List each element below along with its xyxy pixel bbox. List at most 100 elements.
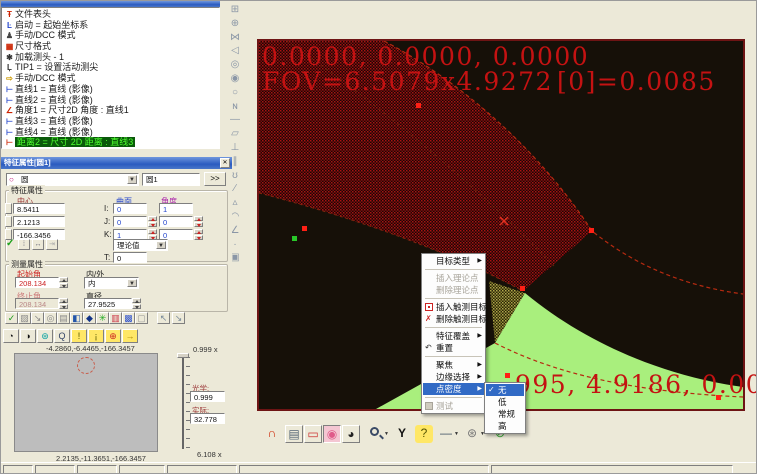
expand-button[interactable]: >> (204, 172, 226, 186)
move-button[interactable]: ⇥ (46, 239, 58, 250)
submenu-item[interactable]: 低 (486, 396, 524, 408)
start-angle-field[interactable]: 208.134 (15, 277, 59, 288)
graphics-tool-icon[interactable]: ∩ (263, 425, 281, 443)
chevron-down-icon[interactable]: ▼ (384, 431, 389, 437)
zoom-slider-track[interactable] (182, 355, 184, 449)
toolbar-icon[interactable]: ! (71, 329, 87, 343)
graphics-tool-icon[interactable]: ? (415, 425, 433, 443)
inout-combo[interactable]: 内 ▼ (84, 277, 139, 289)
graphics-tool-icon[interactable]: Y (393, 425, 411, 443)
axis-lock-button[interactable] (5, 203, 12, 214)
graphics-tool-icon[interactable]: ⊛ (463, 425, 481, 443)
feature-panel-titlebar[interactable]: 特征属性[圆1] (1, 157, 232, 169)
toolbar-icon[interactable]: ▤ (57, 312, 70, 324)
diameter-spinner[interactable] (132, 298, 141, 309)
tree-item[interactable]: ⊢距离2 = 尺寸 2D 距离 : 直线3 (4, 137, 219, 148)
graphics-tool-icon[interactable]: ▭ (304, 425, 322, 443)
tree-item[interactable]: Ŧ文件表头 (4, 9, 219, 20)
tree-item[interactable]: ♟手动/DCC 模式 (4, 30, 219, 41)
vector-field[interactable]: 1 (159, 203, 193, 214)
chevron-down-icon[interactable]: ▼ (156, 241, 166, 249)
vector-field[interactable]: 0 (113, 203, 147, 214)
chevron-down-icon[interactable]: ▼ (127, 175, 137, 184)
flip-vector-button[interactable]: ↔ (32, 239, 44, 250)
vector-field[interactable]: 0 (113, 216, 147, 227)
toolbar-icon[interactable]: ◧ (70, 312, 83, 324)
toolbar-icon[interactable]: ▨ (18, 312, 31, 324)
feature-tool-icon[interactable]: ⊥ (223, 141, 247, 155)
start-angle-spinner[interactable] (59, 277, 68, 288)
toolbar-icon[interactable]: ▩ (122, 312, 135, 324)
menu-item[interactable]: 目标类型▶ (423, 255, 484, 267)
vector-field[interactable]: 0 (159, 216, 193, 227)
menu-item[interactable]: ↶重置 (423, 342, 484, 354)
theo-combo[interactable]: 理论值 ▼ (113, 239, 168, 251)
center-coordinate-field[interactable]: 8.5411 (13, 203, 65, 214)
submenu-item[interactable]: 高 (486, 420, 524, 432)
toolbar-icon[interactable]: ¡ (88, 329, 104, 343)
t-field[interactable]: 0 (113, 252, 147, 263)
tree-item[interactable]: ⇨手动/DCC 模式 (4, 73, 219, 84)
end-angle-field[interactable]: 208.134 (15, 298, 59, 309)
camera-preview[interactable] (14, 353, 158, 452)
feature-tool-icon[interactable]: ○ (223, 86, 247, 100)
chevron-down-icon[interactable]: ▼ (454, 431, 459, 437)
feature-tool-icon[interactable]: ⊕ (223, 17, 247, 31)
toolbar-icon[interactable]: ◑ (20, 329, 36, 343)
feature-tool-icon[interactable]: ◎ (223, 58, 247, 72)
tree-item[interactable]: ▦尺寸格式 (4, 41, 219, 52)
menu-item[interactable]: 点密度▶ (423, 383, 484, 395)
toolbar-icon[interactable]: ↘ (31, 312, 44, 324)
tree-item[interactable]: ⊢直线2 = 直线 (影像) (4, 95, 219, 106)
actual-zoom-field[interactable]: 32.778 (190, 413, 225, 424)
tree-item[interactable]: ✱加载测头 - 1 (4, 52, 219, 63)
optical-zoom-field[interactable]: 0.999 (190, 391, 225, 402)
confirm-check-icon[interactable]: ✓ (6, 238, 14, 249)
close-icon[interactable]: ✕ (220, 158, 230, 168)
center-coordinate-field[interactable]: 2.1213 (13, 216, 65, 227)
toolbar-icon[interactable]: ✳ (96, 312, 109, 324)
axis-lock-button[interactable] (5, 216, 12, 227)
feature-tool-icon[interactable]: ▱ (223, 127, 247, 141)
feature-name-field[interactable]: 圆1 (142, 173, 200, 186)
graphics-tool-icon[interactable]: ◕ (342, 425, 360, 443)
toolbar-icon[interactable]: ▢ (135, 312, 148, 324)
graphics-tool-icon[interactable] (367, 425, 385, 443)
vector-spinner[interactable] (194, 229, 203, 240)
feature-tool-icon[interactable]: ɴ (223, 100, 247, 114)
toolbar-icon[interactable]: ↖ (157, 312, 170, 324)
menu-item[interactable]: ✗删除触测目标 (423, 313, 484, 325)
tree-item[interactable]: ∠角度1 = 尺寸2D 角度 : 直线1 (4, 105, 219, 116)
vector-spinner[interactable] (148, 216, 157, 227)
submenu-item[interactable]: 常规 (486, 408, 524, 420)
tree-item[interactable]: Ŀ启动 = 起始坐标系 (4, 20, 219, 31)
toolbar-icon[interactable]: Q (54, 329, 70, 343)
vector-spinner[interactable] (194, 216, 203, 227)
submenu-item[interactable]: ✓无 (486, 384, 524, 396)
feature-tool-icon[interactable]: ◁ (223, 44, 247, 58)
end-angle-spinner[interactable] (59, 298, 68, 309)
feature-tool-icon[interactable]: ⋈ (223, 31, 247, 45)
menu-item[interactable]: 边缘选择▶ (423, 371, 484, 383)
feature-tool-icon[interactable]: — (223, 113, 247, 127)
feature-tool-icon[interactable]: ◉ (223, 72, 247, 86)
menu-item[interactable]: 特征覆盖▶ (423, 330, 484, 342)
toolbar-icon[interactable]: ◎ (44, 312, 57, 324)
tree-item[interactable]: ĻTIP1 = 设置活动测尖 (4, 62, 219, 73)
toolbar-icon[interactable]: ↘ (172, 312, 185, 324)
tree-item[interactable]: ⊢直线1 = 直线 (影像) (4, 84, 219, 95)
toolbar-icon[interactable]: ⊛ (37, 329, 53, 343)
graphics-tool-icon[interactable]: ▤ (285, 425, 303, 443)
chevron-down-icon[interactable]: ▼ (127, 279, 137, 287)
toolbar-icon[interactable]: → (122, 329, 138, 343)
menu-item[interactable]: 聚焦▶ (423, 359, 484, 371)
diameter-field[interactable]: 27.9525 (84, 298, 132, 309)
toolbar-icon[interactable]: ◆ (83, 312, 96, 324)
toolbar-icon[interactable]: ▥ (109, 312, 122, 324)
graphics-tool-icon[interactable]: — (437, 425, 455, 443)
graphics-tool-icon[interactable]: ◉ (323, 425, 341, 443)
menu-item[interactable]: 插入触测目标 (423, 301, 484, 313)
feature-tool-icon[interactable]: ⊞ (223, 3, 247, 17)
tree-item[interactable]: ⊢直线3 = 直线 (影像) (4, 116, 219, 127)
toolbar-icon[interactable]: ✓ (5, 312, 18, 324)
